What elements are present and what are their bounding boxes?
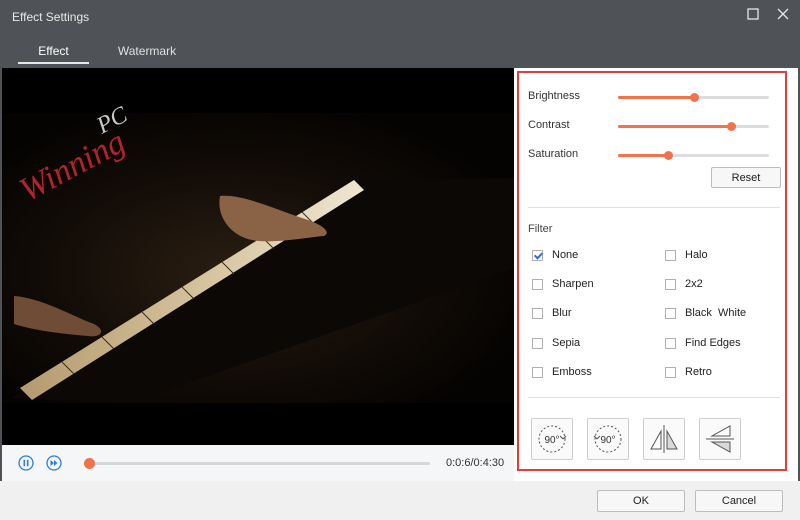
saturation-fill (618, 154, 668, 157)
filter-sepia-label: Sepia (552, 337, 581, 349)
filter-sharpen-checkbox[interactable] (532, 279, 543, 290)
filter-none-checkbox[interactable] (532, 250, 543, 261)
brightness-thumb[interactable] (689, 93, 699, 102)
flip-horizontal-icon (650, 425, 678, 453)
saturation-row: Saturation (528, 147, 774, 163)
divider-bottom (528, 397, 780, 398)
ok-button[interactable]: OK (597, 490, 685, 512)
filter-emboss-label: Emboss (552, 366, 592, 378)
filter-sharpen-label: Sharpen (552, 278, 594, 290)
divider-top (528, 207, 780, 208)
contrast-slider[interactable] (618, 122, 769, 131)
tab-watermark[interactable]: Watermark (110, 44, 184, 58)
progress-bar[interactable] (84, 458, 430, 469)
filter-2x2-checkbox[interactable] (665, 279, 676, 290)
contrast-row: Contrast (528, 118, 774, 134)
filter-find-edges-label: Find Edges (685, 337, 741, 349)
filter-blur-label: Blur (552, 307, 572, 319)
video-preview: Winning PC (2, 68, 514, 445)
filter-2x2-label: 2x2 (685, 278, 703, 290)
filter-retro-label: Retro (685, 366, 712, 378)
active-tab-underline (18, 62, 89, 64)
rotate-clockwise-icon: 90° (538, 425, 567, 453)
tab-effect[interactable]: Effect (18, 44, 89, 58)
filter-title: Filter (528, 223, 553, 235)
cancel-button[interactable]: Cancel (695, 490, 783, 512)
filter-halo-label: Halo (685, 249, 708, 261)
filter-black-white-checkbox[interactable] (665, 308, 676, 319)
video-frame-image: Winning PC (2, 68, 514, 445)
progress-thumb[interactable] (84, 458, 95, 469)
filter-retro-checkbox[interactable] (665, 367, 676, 378)
filter-black-white-label: Black White (685, 307, 747, 319)
filter-none-label: None (552, 249, 579, 261)
fast-forward-icon (46, 455, 62, 471)
rotate-counterclockwise-button[interactable]: 90° (587, 418, 629, 460)
dialog-footer: OK Cancel (0, 481, 800, 520)
maximize-button[interactable] (742, 4, 764, 26)
close-icon (777, 8, 789, 20)
brightness-label: Brightness (528, 90, 580, 102)
contrast-fill (618, 125, 732, 128)
maximize-icon (747, 8, 759, 20)
rotate-clockwise-button[interactable]: 90° (531, 418, 573, 460)
title-bar: Effect Settings (0, 0, 800, 32)
filter-halo-checkbox[interactable] (665, 250, 676, 261)
saturation-thumb[interactable] (663, 151, 673, 160)
filter-blur-checkbox[interactable] (532, 308, 543, 319)
flip-vertical-button[interactable] (699, 418, 741, 460)
effect-settings-window: Effect Settings Effect Watermark Winning… (0, 0, 800, 520)
rotate-counterclockwise-icon: 90° (593, 425, 622, 453)
close-button[interactable] (772, 4, 794, 26)
filter-find-edges-checkbox[interactable] (665, 338, 676, 349)
reset-button[interactable]: Reset (711, 167, 781, 188)
saturation-label: Saturation (528, 148, 579, 160)
brightness-row: Brightness (528, 89, 774, 105)
contrast-label: Contrast (528, 119, 570, 131)
flip-horizontal-button[interactable] (643, 418, 685, 460)
contrast-thumb[interactable] (727, 122, 737, 131)
brightness-fill (618, 96, 694, 99)
rotate-clockwise-label: 90° (544, 435, 559, 446)
time-readout: 0:0:6/0:4:30 (446, 457, 505, 469)
fast-forward-button[interactable] (46, 455, 62, 471)
saturation-slider[interactable] (618, 151, 769, 160)
flip-vertical-icon (706, 425, 734, 453)
pause-icon (18, 455, 34, 471)
filter-sepia-checkbox[interactable] (532, 338, 543, 349)
player-controls: 0:0:6/0:4:30 (2, 445, 514, 481)
filter-emboss-checkbox[interactable] (532, 367, 543, 378)
rotate-counterclockwise-label: 90° (600, 435, 615, 446)
pause-button[interactable] (18, 455, 34, 471)
brightness-slider[interactable] (618, 93, 769, 102)
window-title: Effect Settings (12, 10, 90, 24)
tab-bar: Effect Watermark (0, 32, 800, 68)
